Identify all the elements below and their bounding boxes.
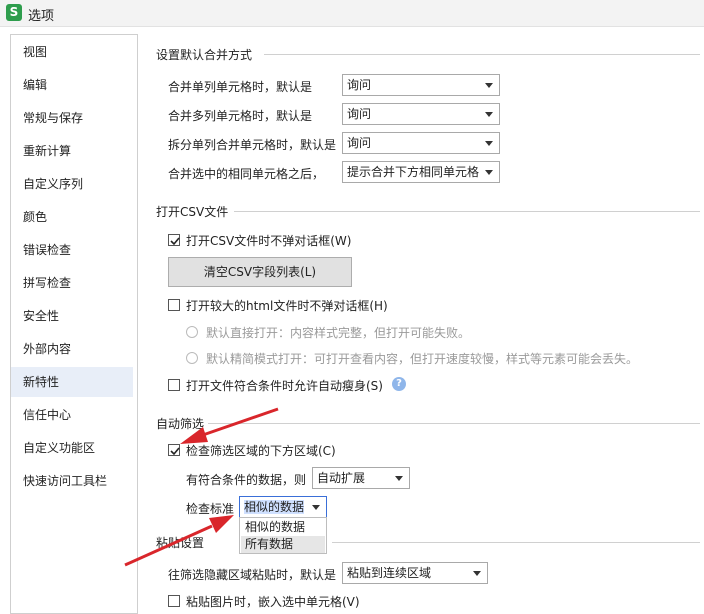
- options-sidebar: 视图 编辑 常规与保存 重新计算 自定义序列 颜色 错误检查 拼写检查 安全性 …: [10, 34, 138, 614]
- filter-section-title: 自动筛选: [156, 417, 205, 431]
- embed-picture-label: 粘贴图片时，嵌入选中单元格(V): [186, 595, 360, 609]
- option-all-data[interactable]: 所有数据: [241, 536, 325, 553]
- hidden-paste-label: 往筛选隐藏区域粘贴时，默认是: [168, 568, 337, 582]
- matching-data-select[interactable]: 自动扩展: [312, 467, 410, 489]
- select-value: 询问: [347, 78, 372, 92]
- open-simple-label: 默认精简模式打开：可打开查看内容，但打开速度较慢，样式等元素可能会丢失。: [206, 352, 639, 366]
- no-dialog-csv-label: 打开CSV文件时不弹对话框(W): [186, 234, 352, 248]
- app-icon: S: [6, 4, 22, 21]
- select-value: 提示合并下方相同单元格: [347, 165, 480, 179]
- paste-section-title: 粘贴设置: [156, 536, 205, 550]
- sidebar-item-color[interactable]: 颜色: [11, 202, 133, 232]
- hidden-paste-select[interactable]: 粘贴到连续区域: [342, 562, 488, 584]
- no-dialog-csv-checkbox[interactable]: [168, 234, 180, 246]
- options-content: 设置默认合并方式 合并单列单元格时，默认是 询问 合并多列单元格时，默认是 询问…: [146, 34, 704, 612]
- chevron-down-icon: [395, 476, 403, 481]
- sidebar-item-recalculate[interactable]: 重新计算: [11, 136, 133, 166]
- checkmark-icon: [170, 237, 180, 246]
- sidebar-item-custom-lists[interactable]: 自定义序列: [11, 169, 133, 199]
- chevron-down-icon: [485, 170, 493, 175]
- sidebar-item-view[interactable]: 视图: [11, 37, 133, 67]
- check-below-filter-label: 检查筛选区域的下方区域(C): [186, 444, 336, 458]
- sidebar-item-customize-ribbon[interactable]: 自定义功能区: [11, 433, 133, 463]
- sidebar-item-new-features[interactable]: 新特性: [11, 367, 133, 397]
- sidebar-item-edit[interactable]: 编辑: [11, 70, 133, 100]
- merge-multi-column-label: 合并多列单元格时，默认是: [168, 109, 313, 123]
- no-dialog-html-checkbox[interactable]: [168, 299, 180, 311]
- section-divider: [234, 211, 700, 212]
- select-value: 询问: [347, 136, 372, 150]
- merge-single-column-select[interactable]: 询问: [342, 74, 500, 96]
- sidebar-item-quick-access-toolbar[interactable]: 快速访问工具栏: [11, 466, 133, 496]
- window-title: 选项: [28, 9, 55, 24]
- open-direct-label: 默认直接打开：内容样式完整，但打开可能失败。: [206, 326, 471, 340]
- auto-slim-checkbox[interactable]: [168, 379, 180, 391]
- select-value: 自动扩展: [317, 471, 366, 485]
- open-simple-radio[interactable]: [186, 352, 198, 364]
- clear-csv-field-list-button[interactable]: 清空CSV字段列表(L): [168, 257, 352, 287]
- merge-single-column-label: 合并单列单元格时，默认是: [168, 80, 313, 94]
- auto-slim-label: 打开文件符合条件时允许自动瘦身(S): [186, 379, 383, 393]
- merge-same-cells-label: 合并选中的相同单元格之后，: [168, 167, 325, 181]
- no-dialog-html-label: 打开较大的html文件时不弹对话框(H): [186, 299, 388, 313]
- sidebar-item-trust-center[interactable]: 信任中心: [11, 400, 133, 430]
- section-divider: [332, 542, 700, 543]
- select-value: 粘贴到连续区域: [347, 566, 432, 580]
- split-single-column-label: 拆分单列合并单元格时，默认是: [168, 138, 337, 152]
- chevron-down-icon: [485, 141, 493, 146]
- select-value: 询问: [347, 107, 372, 121]
- sidebar-item-error-check[interactable]: 错误检查: [11, 235, 133, 265]
- help-icon[interactable]: ?: [392, 377, 406, 391]
- merge-same-cells-select[interactable]: 提示合并下方相同单元格: [342, 161, 500, 183]
- check-standard-select[interactable]: 相似的数据: [239, 496, 327, 518]
- matching-data-label: 有符合条件的数据，则: [186, 473, 307, 487]
- split-single-column-select[interactable]: 询问: [342, 132, 500, 154]
- select-value: 相似的数据: [244, 500, 305, 514]
- sidebar-item-external-content[interactable]: 外部内容: [11, 334, 133, 364]
- option-similar-data[interactable]: 相似的数据: [241, 519, 325, 536]
- chevron-down-icon: [485, 83, 493, 88]
- open-direct-radio[interactable]: [186, 326, 198, 338]
- sidebar-item-security[interactable]: 安全性: [11, 301, 133, 331]
- check-below-filter-checkbox[interactable]: [168, 444, 180, 456]
- check-standard-label: 检查标准: [186, 502, 235, 516]
- sidebar-item-general-save[interactable]: 常规与保存: [11, 103, 133, 133]
- merge-multi-column-select[interactable]: 询问: [342, 103, 500, 125]
- merge-section-title: 设置默认合并方式: [156, 48, 253, 62]
- sidebar-item-spell-check[interactable]: 拼写检查: [11, 268, 133, 298]
- section-divider: [208, 423, 700, 424]
- chevron-down-icon: [473, 571, 481, 576]
- chevron-down-icon: [312, 505, 320, 510]
- chevron-down-icon: [485, 112, 493, 117]
- title-bar: S 选项: [0, 0, 704, 27]
- check-standard-dropdown: 相似的数据 所有数据: [239, 517, 327, 554]
- checkmark-icon: [170, 447, 180, 456]
- section-divider: [264, 54, 700, 55]
- csv-section-title: 打开CSV文件: [156, 205, 229, 219]
- embed-picture-checkbox[interactable]: [168, 595, 180, 607]
